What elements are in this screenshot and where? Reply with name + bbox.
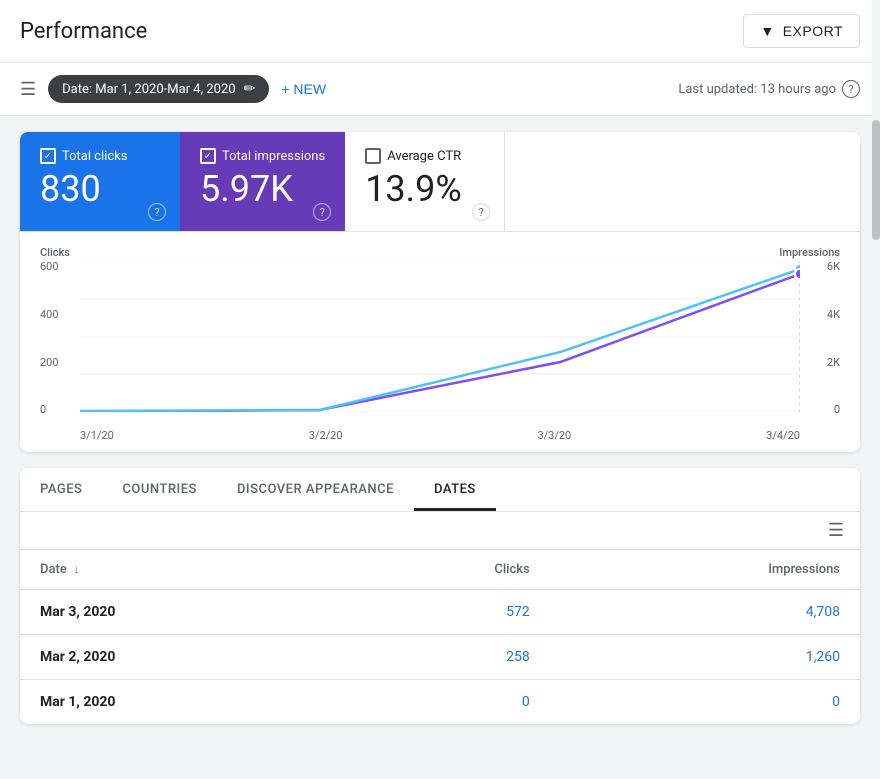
metric-tiles: ✓ Total clicks 830 ? ✓ Total impressions… (20, 132, 860, 232)
tab-pages[interactable]: PAGES (20, 468, 102, 511)
tab-countries[interactable]: COUNTRIES (102, 468, 217, 511)
ctr-help-icon[interactable]: ? (472, 203, 490, 221)
impressions-label: Total impressions (222, 149, 325, 164)
page-title: Performance (20, 19, 147, 44)
tab-dates[interactable]: DATES (414, 468, 496, 511)
impressions-checkbox[interactable]: ✓ (200, 148, 216, 164)
sort-arrow-icon: ↓ (74, 563, 80, 576)
metric-tile-position (505, 132, 860, 231)
date-cell: Mar 3, 2020 (20, 590, 341, 635)
clicks-column-header[interactable]: Clicks (341, 550, 550, 590)
chart-area: Clicks Impressions 600 400 200 0 6K 4K 2… (20, 232, 860, 452)
export-button[interactable]: ▼ EXPORT (743, 14, 860, 48)
stats-card: ✓ Total clicks 830 ? ✓ Total impressions… (20, 132, 860, 452)
clicks-cell[interactable]: 0 (341, 680, 550, 725)
help-icon[interactable]: ? (842, 80, 860, 98)
impressions-help-icon[interactable]: ? (313, 203, 331, 221)
menu-icon[interactable]: ☰ (20, 79, 36, 100)
table-filter-row: ☰ (20, 512, 860, 550)
date-column-header[interactable]: Date ↓ (20, 550, 341, 590)
clicks-checkbox[interactable]: ✓ (40, 148, 56, 164)
impressions-cell[interactable]: 1,260 (550, 635, 860, 680)
impressions-column-header[interactable]: Impressions (550, 550, 860, 590)
scrollbar-track[interactable] (872, 0, 880, 740)
right-y-axis: 6K 4K 2K 0 (827, 260, 840, 416)
left-y-axis: 600 400 200 0 (40, 260, 59, 416)
tabs-row: PAGES COUNTRIES DISCOVER APPEARANCE DATE… (20, 468, 860, 512)
scrollbar-thumb[interactable] (872, 120, 880, 240)
ctr-checkbox[interactable] (365, 148, 381, 164)
table-row: Mar 3, 2020 572 4,708 (20, 590, 860, 635)
clicks-axis-title: Clicks (40, 246, 70, 259)
table-row: Mar 1, 2020 0 0 (20, 680, 860, 725)
last-updated-text: Last updated: 13 hours ago (678, 82, 836, 97)
download-icon: ▼ (760, 23, 774, 39)
pencil-icon: ✏ (244, 81, 256, 97)
metric-tile-clicks[interactable]: ✓ Total clicks 830 ? (20, 132, 180, 231)
date-filter-chip[interactable]: Date: Mar 1, 2020-Mar 4, 2020 ✏ (48, 75, 269, 103)
new-filter-label: + NEW (281, 81, 326, 97)
chart-svg (80, 262, 800, 412)
clicks-cell[interactable]: 572 (341, 590, 550, 635)
x-label-3: 3/3/20 (537, 429, 571, 442)
filter-icon[interactable]: ☰ (828, 520, 844, 541)
ctr-value: 13.9% (365, 168, 484, 211)
clicks-cell[interactable]: 258 (341, 635, 550, 680)
table-row: Mar 2, 2020 258 1,260 (20, 635, 860, 680)
x-label-1: 3/1/20 (80, 429, 114, 442)
x-label-2: 3/2/20 (309, 429, 343, 442)
new-filter-button[interactable]: + NEW (281, 81, 326, 97)
tab-discover-appearance[interactable]: DISCOVER APPEARANCE (217, 468, 414, 511)
impressions-axis-title: Impressions (779, 246, 840, 259)
tabs-card: PAGES COUNTRIES DISCOVER APPEARANCE DATE… (20, 468, 860, 724)
clicks-help-icon[interactable]: ? (148, 203, 166, 221)
ctr-label: Average CTR (387, 149, 461, 164)
x-label-4: 3/4/20 (766, 429, 800, 442)
date-cell: Mar 2, 2020 (20, 635, 341, 680)
clicks-value: 830 (40, 168, 160, 211)
impressions-cell[interactable]: 0 (550, 680, 860, 725)
data-table: Date ↓ Clicks Impressions Mar 3, 2020 57… (20, 550, 860, 724)
impressions-value: 5.97K (200, 168, 325, 211)
metric-tile-ctr[interactable]: Average CTR 13.9% ? (345, 132, 505, 231)
metric-tile-impressions[interactable]: ✓ Total impressions 5.97K ? (180, 132, 345, 231)
date-cell: Mar 1, 2020 (20, 680, 341, 725)
impressions-cell[interactable]: 4,708 (550, 590, 860, 635)
x-axis-labels: 3/1/20 3/2/20 3/3/20 3/4/20 (80, 429, 800, 442)
clicks-label: Total clicks (62, 149, 127, 164)
